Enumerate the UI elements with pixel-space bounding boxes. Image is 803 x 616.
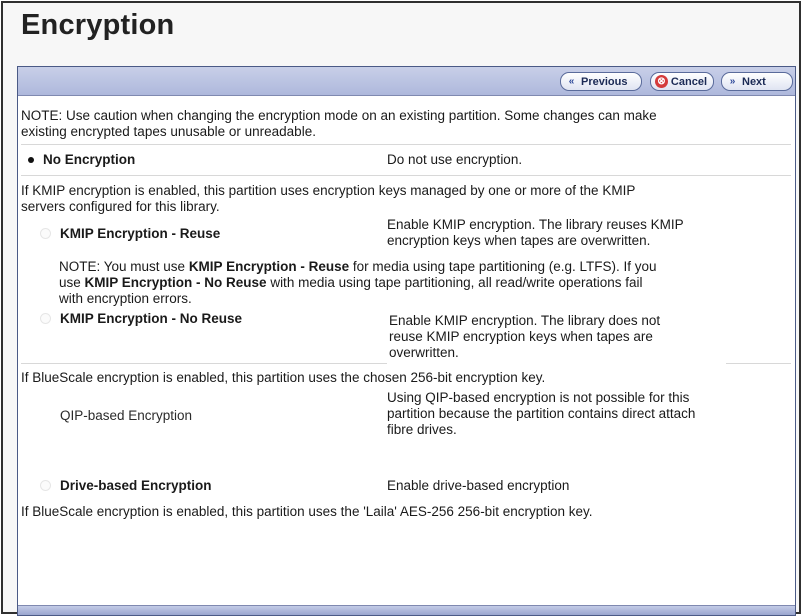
kmip-note-text: with media using tape partitioning, all … bbox=[266, 275, 643, 290]
cancel-button[interactable]: ⊗ Cancel bbox=[650, 72, 714, 91]
next-button-label: Next bbox=[742, 75, 766, 88]
kmip-note-emphasis: KMIP Encryption - No Reuse bbox=[84, 275, 267, 290]
kmip-note-line1: NOTE: You must use KMIP Encryption - Reu… bbox=[59, 259, 657, 275]
double-chevron-right-icon: » bbox=[729, 76, 736, 87]
qip-encryption-label: QIP-based Encryption bbox=[60, 408, 193, 423]
divider bbox=[21, 144, 791, 145]
kmip-no-reuse-desc-line1: Enable KMIP encryption. The library does… bbox=[389, 313, 661, 328]
kmip-intro-line1: If KMIP encryption is enabled, this part… bbox=[21, 183, 636, 198]
cancel-button-label: Cancel bbox=[670, 75, 707, 88]
qip-desc-line2: partition because the partition contains… bbox=[387, 406, 696, 421]
cancel-circle-icon: ⊗ bbox=[655, 75, 668, 88]
bluescale-footer-note: If BlueScale encryption is enabled, this… bbox=[21, 504, 593, 519]
kmip-no-reuse-label: KMIP Encryption - No Reuse bbox=[60, 311, 243, 326]
window-frame: Encryption « Previous ⊗ Cancel » Next NO… bbox=[1, 1, 801, 616]
kmip-note-line2: use KMIP Encryption - No Reuse with medi… bbox=[59, 275, 643, 291]
kmip-note-text: use bbox=[59, 275, 85, 290]
caution-note-line1: NOTE: Use caution when changing the encr… bbox=[21, 108, 657, 123]
kmip-intro-line2: servers configured for this library. bbox=[21, 199, 220, 214]
kmip-note-emphasis: KMIP Encryption - Reuse bbox=[188, 259, 350, 274]
kmip-reuse-desc-line1: Enable KMIP encryption. The library reus… bbox=[387, 217, 684, 232]
no-encryption-label: No Encryption bbox=[43, 152, 136, 167]
drive-based-description: Enable drive-based encryption bbox=[387, 478, 570, 493]
kmip-note-text: for media using tape partitioning (e.g. … bbox=[349, 259, 657, 274]
caution-note-line2: existing encrypted tapes unusable or unr… bbox=[21, 124, 316, 139]
divider bbox=[21, 363, 387, 364]
drive-based-radio[interactable] bbox=[40, 480, 51, 491]
divider bbox=[726, 363, 791, 364]
next-button[interactable]: » Next bbox=[721, 72, 793, 91]
panel-bottom-bar bbox=[18, 605, 795, 615]
drive-based-label: Drive-based Encryption bbox=[60, 478, 212, 493]
kmip-no-reuse-desc-line3: overwritten. bbox=[389, 345, 459, 360]
kmip-note-text: NOTE: You must use bbox=[59, 259, 189, 274]
bluescale-intro: If BlueScale encryption is enabled, this… bbox=[21, 370, 546, 385]
kmip-reuse-radio[interactable] bbox=[40, 228, 51, 239]
kmip-no-reuse-desc-line2: reuse KMIP encryption keys when tapes ar… bbox=[389, 329, 653, 344]
kmip-no-reuse-radio[interactable] bbox=[40, 313, 51, 324]
double-chevron-left-icon: « bbox=[568, 76, 575, 87]
divider bbox=[21, 175, 791, 176]
wizard-toolbar: « Previous ⊗ Cancel » Next bbox=[18, 67, 795, 96]
qip-desc-line1: Using QIP-based encryption is not possib… bbox=[387, 390, 690, 405]
encryption-panel: « Previous ⊗ Cancel » Next NOTE: Use cau… bbox=[17, 66, 796, 616]
kmip-note-line3: with encryption errors. bbox=[59, 291, 192, 306]
qip-desc-line3: fibre drives. bbox=[387, 422, 457, 437]
no-encryption-radio[interactable] bbox=[26, 155, 37, 166]
kmip-reuse-desc-line2: encryption keys when tapes are overwritt… bbox=[387, 233, 651, 248]
previous-button[interactable]: « Previous bbox=[560, 72, 642, 91]
no-encryption-description: Do not use encryption. bbox=[387, 152, 523, 167]
previous-button-label: Previous bbox=[581, 75, 628, 88]
page-title: Encryption bbox=[21, 9, 175, 41]
kmip-reuse-label: KMIP Encryption - Reuse bbox=[60, 226, 221, 241]
